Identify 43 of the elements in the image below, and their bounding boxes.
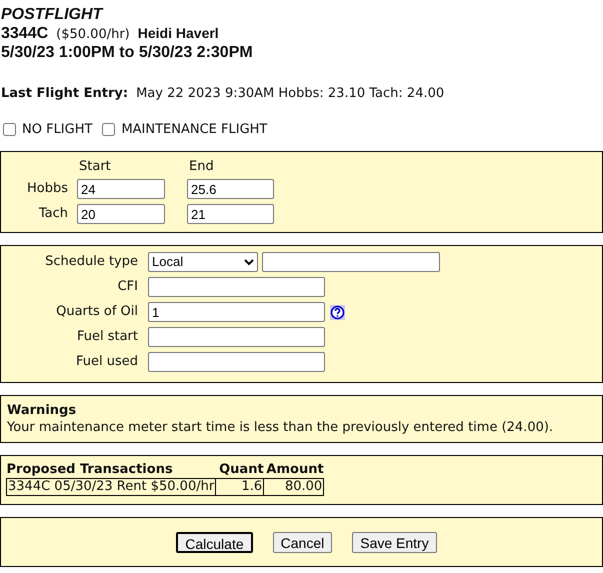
last-entry-label: Last Flight Entry: (1, 85, 128, 103)
table-cell: 80.00 (264, 478, 324, 496)
column-header: End (188, 160, 215, 174)
schedule-note-field[interactable] (262, 252, 440, 272)
field-label: Fuel used (74, 353, 139, 372)
detail-field[interactable] (148, 352, 325, 372)
hourly-rate: ($50.00/hr) (56, 26, 130, 44)
detail-field[interactable] (148, 277, 325, 297)
schedule-type-select[interactable]: Local (148, 252, 258, 272)
flight-period: 5/30/23 1:00PM to 5/30/23 2:30PM (1, 44, 254, 62)
option-checkbox[interactable] (102, 122, 116, 136)
detail-field[interactable] (148, 327, 325, 347)
help-icon[interactable] (330, 304, 345, 320)
table-cell: 1.6 (216, 478, 264, 496)
meter-label: Hobbs (26, 180, 69, 198)
meter-label: Tach (38, 205, 69, 224)
option-label: NO FLIGHT (22, 120, 92, 138)
warnings-title: Warnings (7, 402, 78, 419)
start-field[interactable]: 20 (77, 204, 165, 224)
column-header: Amount (264, 462, 324, 478)
action-button[interactable]: Save Entry (352, 532, 437, 552)
page-title: POSTFLIGHT (1, 6, 104, 24)
action-button[interactable]: Cancel (272, 532, 332, 552)
detail-field[interactable]: 1 (148, 302, 325, 322)
aircraft-id: 3344C (1, 25, 48, 43)
field-label: Schedule type (44, 253, 139, 272)
field-label: Quarts of Oil (55, 303, 139, 322)
column-header: Start (78, 160, 112, 174)
end-field[interactable]: 25.6 (187, 179, 274, 199)
field-label: CFI (116, 278, 139, 296)
start-field[interactable]: 24 (77, 179, 165, 199)
action-button[interactable]: Calculate (176, 532, 253, 552)
table-cell: 3344C 05/30/23 Rent $50.00/hr (6, 478, 216, 496)
warning-message: Your maintenance meter start time is less than the previously entered time (24.00). (7, 419, 554, 436)
pilot-name: Heidi Haverl (138, 24, 219, 42)
last-entry-value: May 22 2023 9:30AM Hobbs: 23.10 Tach: 24.00 (136, 85, 444, 103)
field-label: Fuel start (76, 328, 139, 346)
column-header: Quant (216, 462, 264, 478)
column-header: Proposed Transactions (6, 462, 216, 478)
option-label: MAINTENANCE FLIGHT (121, 120, 268, 138)
end-field[interactable]: 21 (187, 204, 274, 224)
chevron-icon (244, 258, 254, 266)
option-checkbox[interactable] (3, 122, 16, 136)
